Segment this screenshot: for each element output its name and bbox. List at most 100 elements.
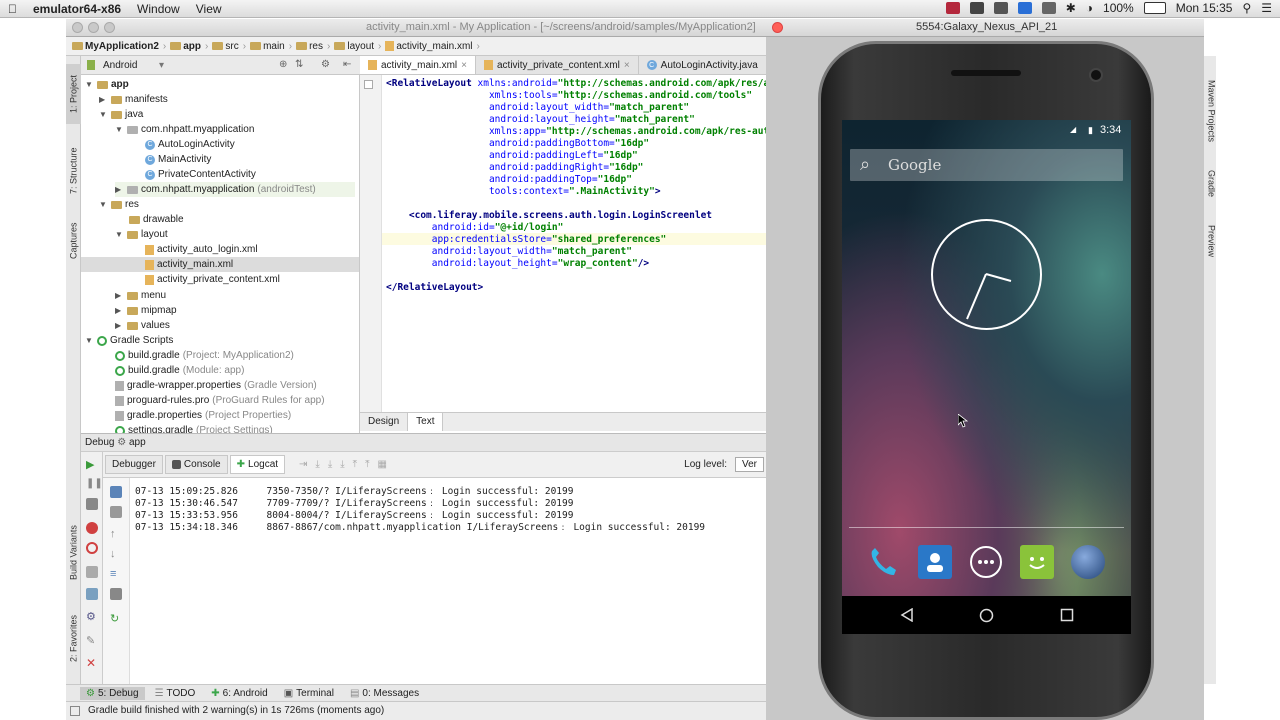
- tab-gradle[interactable]: Gradle: [1204, 164, 1219, 204]
- print-icon[interactable]: [110, 588, 122, 600]
- resume-icon[interactable]: ▶: [86, 458, 98, 471]
- tray-icon[interactable]: [969, 2, 984, 14]
- collapse-icon[interactable]: ⇅: [295, 59, 303, 70]
- google-search-bar[interactable]: ⌕ Google: [850, 149, 1123, 181]
- editor-tab-autologin[interactable]: C AutoLoginActivity.java: [639, 56, 766, 74]
- tab-messages[interactable]: ▤ 0: Messages: [344, 687, 425, 700]
- back-icon[interactable]: [900, 608, 914, 622]
- wifi-icon[interactable]: ◑: [1086, 1, 1093, 15]
- tree-item-gradle-file[interactable]: settings.gradle (Project Settings): [115, 423, 273, 433]
- apple-icon[interactable]: : [0, 2, 25, 16]
- minimize-window-button[interactable]: [88, 22, 99, 33]
- logcat-output[interactable]: 07-13 15:09:25.826 7350-7350/? I/Liferay…: [130, 478, 766, 684]
- phone-app-icon[interactable]: [866, 545, 900, 579]
- arrow-down-icon[interactable]: ↓: [110, 548, 122, 560]
- camera-icon[interactable]: [86, 566, 98, 578]
- gear-icon[interactable]: ⚙: [321, 59, 330, 70]
- tab-logcat[interactable]: ✚ Logcat: [229, 455, 286, 474]
- battery-icon[interactable]: [1143, 2, 1166, 14]
- tab-build-variants[interactable]: Build Variants: [66, 518, 81, 588]
- tab-preview[interactable]: Preview: [1204, 216, 1219, 266]
- breadcrumb-item[interactable]: layout: [334, 41, 374, 52]
- tree-item-gradle-file[interactable]: build.gradle (Module: app): [115, 363, 244, 378]
- tree-item-gradle-file[interactable]: build.gradle (Project: MyApplication2): [115, 348, 294, 363]
- tree-item-menu[interactable]: ▶ menu: [115, 288, 166, 303]
- code-editor[interactable]: <RelativeLayout xmlns:android="http://sc…: [382, 75, 766, 412]
- tree-item-java[interactable]: ▼ java: [99, 107, 143, 122]
- tab-todo[interactable]: ☰ TODO: [149, 687, 202, 700]
- breakpoints-icon[interactable]: [86, 522, 98, 534]
- pause-icon[interactable]: ❚❚: [86, 478, 103, 490]
- tab-terminal[interactable]: ▣ Terminal: [278, 687, 340, 700]
- tree-item-manifests[interactable]: ▶ manifests: [99, 92, 168, 107]
- battery-percent[interactable]: 100%: [1103, 1, 1134, 15]
- tab-debug[interactable]: ⚙ 5: Debug: [80, 686, 145, 700]
- dropbox-icon[interactable]: [1017, 2, 1032, 14]
- tree-item-app[interactable]: ▼ app: [85, 77, 129, 92]
- timemachine-icon[interactable]: [1041, 2, 1056, 14]
- breadcrumb-item[interactable]: MyApplication2: [72, 41, 159, 52]
- tree-item-gradle-scripts[interactable]: ▼ Gradle Scripts: [85, 333, 173, 348]
- tab-structure[interactable]: 7: Structure: [66, 136, 81, 206]
- zoom-window-button[interactable]: [104, 22, 115, 33]
- home-icon[interactable]: [979, 608, 994, 623]
- device-icon[interactable]: [110, 486, 122, 498]
- fold-icon[interactable]: [364, 80, 373, 89]
- tree-item-drawable[interactable]: drawable: [129, 212, 184, 227]
- tree-item-class[interactable]: C MainActivity: [145, 152, 211, 167]
- log-level-select[interactable]: Ver: [734, 457, 764, 472]
- contacts-app-icon[interactable]: [918, 545, 952, 579]
- editor-tab-activity-main[interactable]: activity_main.xml ×: [360, 56, 476, 74]
- tree-item-res[interactable]: ▼ res: [99, 197, 139, 212]
- close-icon[interactable]: ✕: [86, 656, 98, 670]
- project-view-select[interactable]: Android: [103, 60, 137, 71]
- menubar-clock[interactable]: Mon 15:35: [1176, 1, 1233, 15]
- messaging-app-icon[interactable]: [1020, 545, 1054, 579]
- gear-icon[interactable]: ⚙: [86, 610, 98, 623]
- soft-wrap-icon[interactable]: ≡: [110, 568, 122, 580]
- tree-item-class[interactable]: C AutoLoginActivity: [145, 137, 235, 152]
- breadcrumb-item[interactable]: src: [212, 41, 239, 52]
- recents-icon[interactable]: [1060, 608, 1074, 622]
- tray-app-icon[interactable]: [945, 2, 960, 14]
- tree-item-class[interactable]: C PrivateContentActivity: [145, 167, 256, 182]
- tree-item-package[interactable]: ▼ com.nhpatt.myapplication: [115, 122, 254, 137]
- breadcrumb-item[interactable]: res: [296, 41, 323, 52]
- tree-item-xml-selected[interactable]: activity_main.xml: [81, 257, 359, 272]
- mute-breakpoints-icon[interactable]: [86, 542, 98, 554]
- sync-icon[interactable]: ⊕: [279, 59, 287, 70]
- chevron-down-icon[interactable]: ▾: [159, 60, 164, 71]
- menu-view[interactable]: View: [188, 2, 230, 16]
- tree-item-proguard-file[interactable]: proguard-rules.pro (ProGuard Rules for ap…: [115, 393, 325, 408]
- tree-item-properties-file[interactable]: gradle.properties (Project Properties): [115, 408, 291, 423]
- close-window-button[interactable]: [72, 22, 83, 33]
- tab-console[interactable]: Console: [164, 455, 228, 474]
- toggle-tool-windows-icon[interactable]: [70, 706, 80, 716]
- tab-captures[interactable]: Captures: [66, 216, 81, 266]
- tab-debugger[interactable]: Debugger: [105, 455, 163, 474]
- restore-layout-icon[interactable]: [86, 588, 98, 600]
- tab-design[interactable]: Design: [360, 413, 407, 431]
- tree-item-package-test[interactable]: ▶ com.nhpatt.myapplication (androidTest): [115, 182, 355, 197]
- hide-panel-icon[interactable]: ⇤: [343, 59, 351, 70]
- close-tab-icon[interactable]: ×: [461, 60, 467, 71]
- tree-item-layout[interactable]: ▼ layout: [115, 227, 168, 242]
- pin-icon[interactable]: ✎: [86, 634, 98, 647]
- stop-icon[interactable]: [86, 498, 98, 510]
- tree-item-mipmap[interactable]: ▶ mipmap: [115, 303, 177, 318]
- clear-log-icon[interactable]: [110, 506, 122, 518]
- editor-gutter[interactable]: [360, 75, 382, 412]
- menu-app-name[interactable]: emulator64-x86: [25, 2, 129, 16]
- browser-app-icon[interactable]: [1071, 545, 1105, 579]
- restart-icon[interactable]: ↻: [110, 612, 122, 625]
- tab-android[interactable]: ✚ 6: Android: [205, 687, 273, 700]
- tree-item-values[interactable]: ▶ values: [115, 318, 170, 333]
- menu-window[interactable]: Window: [129, 2, 188, 16]
- spotlight-icon[interactable]: ⚲: [1242, 1, 1251, 15]
- notification-icon[interactable]: ☰: [1261, 1, 1272, 15]
- tree-item-xml[interactable]: activity_private_content.xml: [145, 272, 280, 287]
- analog-clock-widget[interactable]: [931, 219, 1042, 330]
- tab-maven-projects[interactable]: Maven Projects: [1204, 76, 1219, 146]
- tray-icon[interactable]: [993, 2, 1008, 14]
- step-toolbar-icons[interactable]: ⇥⤓⤓⤓⤒⤒▦: [299, 459, 395, 470]
